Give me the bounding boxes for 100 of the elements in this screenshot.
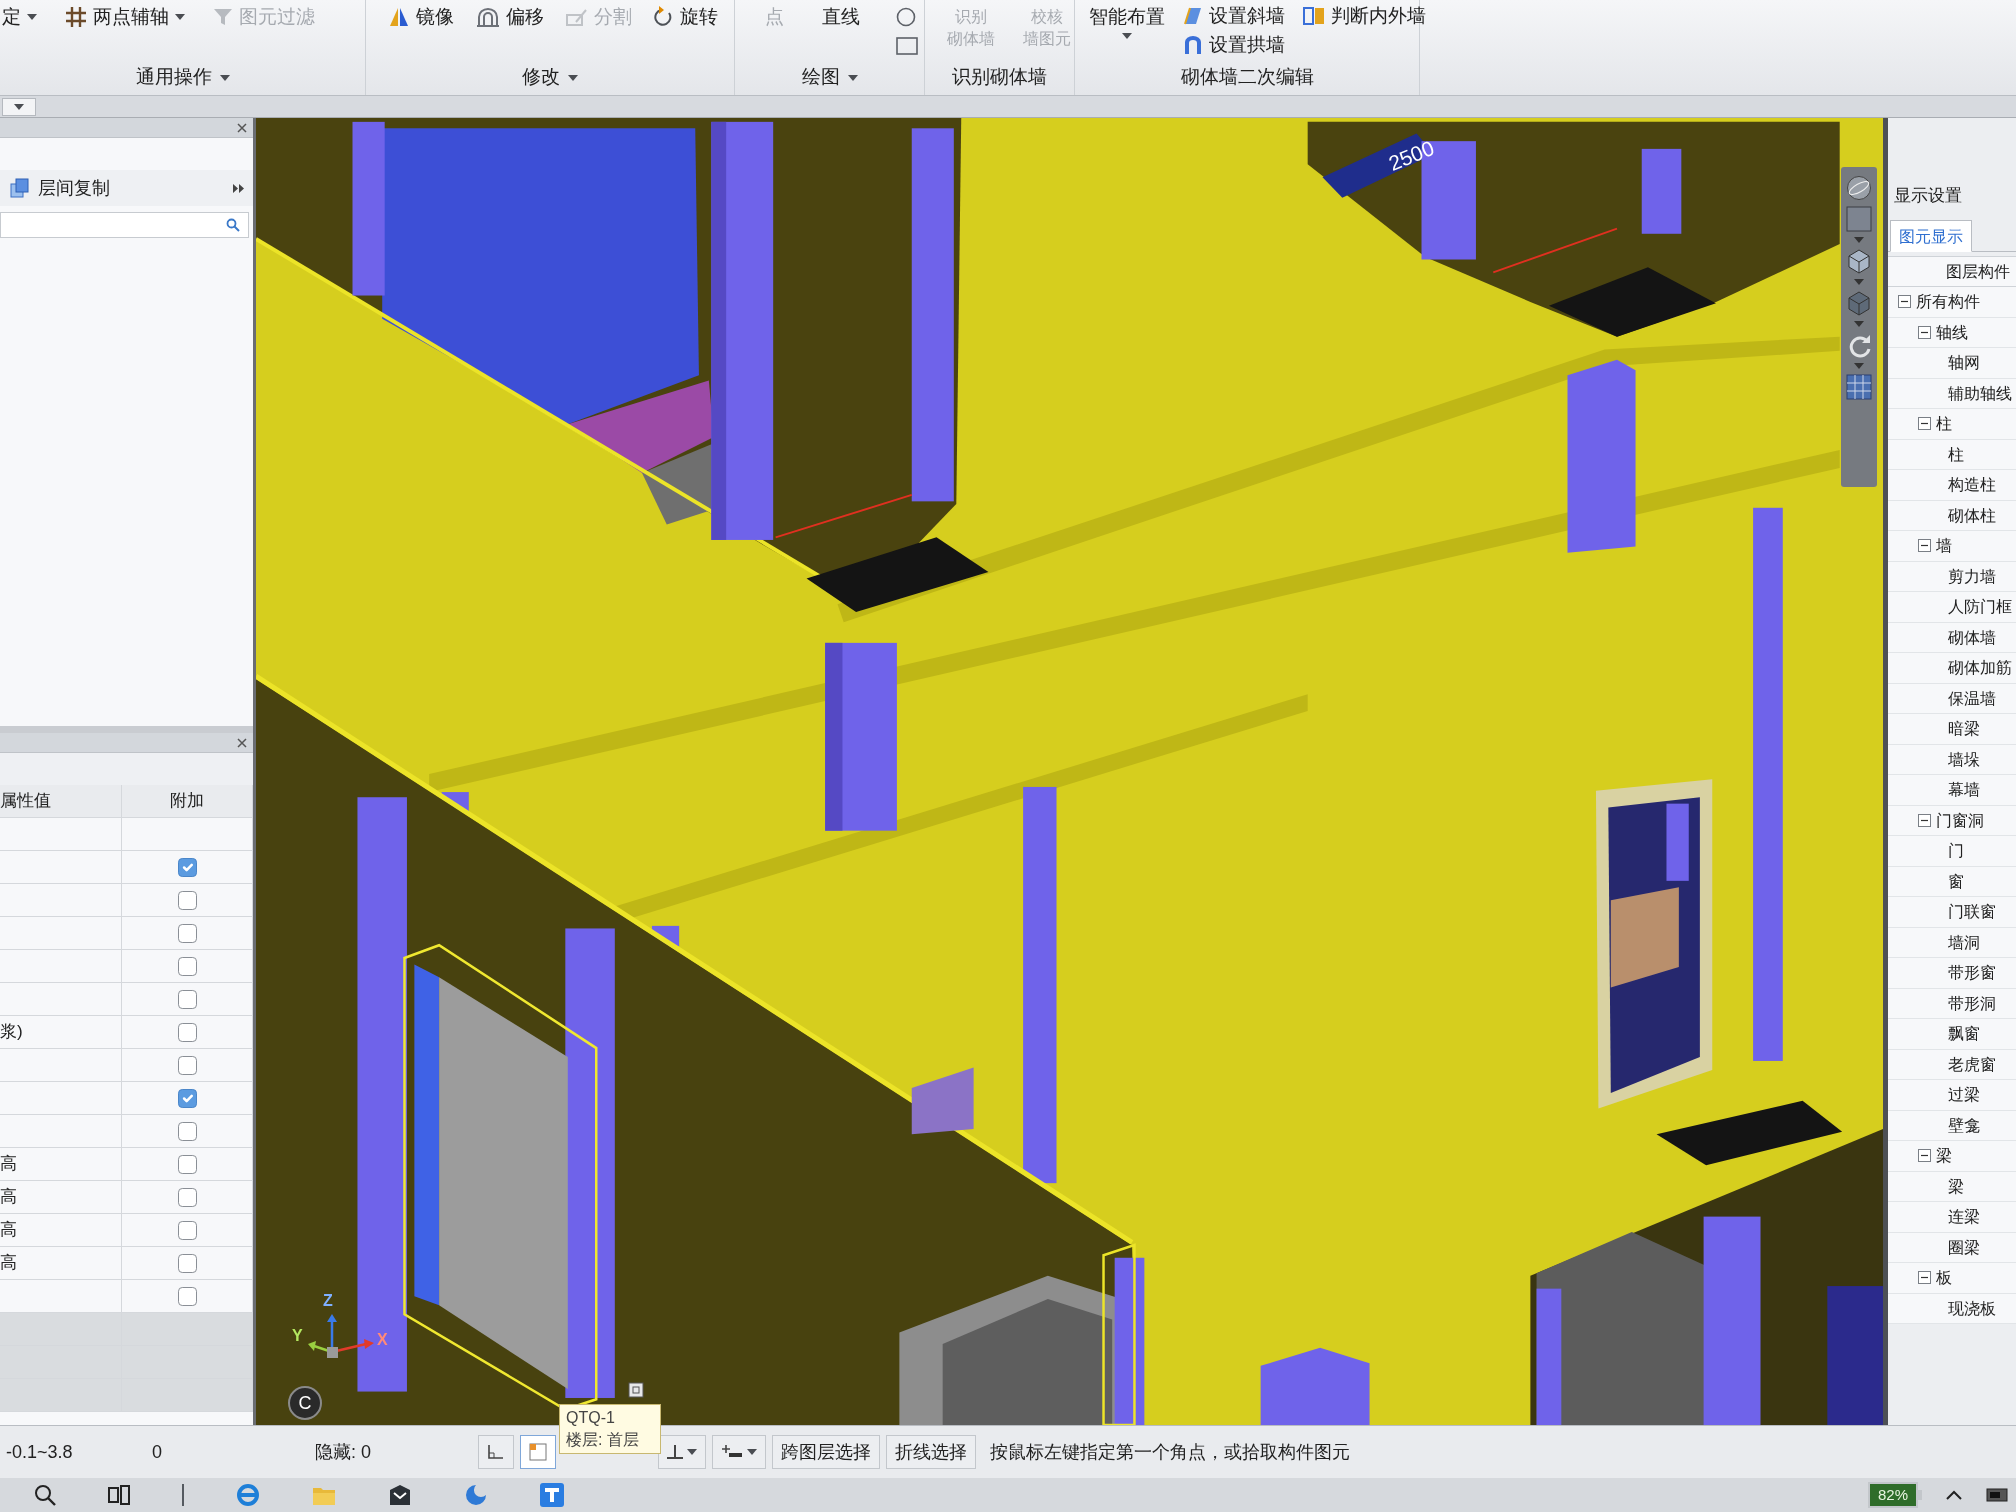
collapse-icon[interactable] [1898, 295, 1911, 309]
checkbox[interactable] [177, 1121, 197, 1141]
group-menu-button[interactable]: 修改 [518, 63, 582, 92]
tree-item[interactable]: 门 [1948, 839, 1964, 863]
rectangle-icon[interactable] [896, 36, 918, 55]
caret-icon [14, 103, 24, 110]
toolbar-button[interactable] [712, 1435, 766, 1469]
collapse-icon[interactable] [1918, 813, 1931, 827]
tree-item[interactable]: 壁龛 [1948, 1113, 1980, 1137]
group-menu-button[interactable]: 绘图 [797, 63, 862, 92]
checkbox[interactable] [177, 1055, 197, 1075]
double-chevron-icon[interactable] [233, 183, 245, 193]
toolbar-button[interactable]: 跨图层选择 [772, 1435, 880, 1469]
box-icon[interactable] [388, 1484, 412, 1506]
tree-item[interactable]: 门联窗 [1948, 900, 1996, 924]
tree-item[interactable]: 构造柱 [1948, 473, 1996, 497]
ribbon-button[interactable]: 定 [0, 6, 39, 29]
screen-icon[interactable] [1986, 1488, 2008, 1502]
circle-icon[interactable] [896, 6, 916, 27]
tree-item[interactable]: 柱 [1936, 412, 1952, 436]
tree-item[interactable]: 连梁 [1948, 1205, 1980, 1229]
tree-item[interactable]: 所有构件 [1916, 290, 1980, 314]
search-icon[interactable] [34, 1484, 56, 1506]
ribbon-button[interactable]: 直线 [820, 6, 862, 29]
checkbox[interactable] [177, 1088, 197, 1108]
tree-item[interactable]: 墙垛 [1948, 747, 1980, 771]
pick-box-icon [628, 1382, 644, 1398]
tree-item[interactable]: 柱 [1948, 442, 1964, 466]
tab[interactable]: 图元显示 [1890, 220, 1972, 252]
ribbon-button[interactable]: 镜像 [386, 6, 456, 29]
tree-item[interactable]: 剪力墙 [1948, 564, 1996, 588]
ribbon-button[interactable]: 偏移 [474, 6, 546, 29]
grid-icon[interactable] [1846, 374, 1872, 400]
ribbon-button[interactable]: 设置拱墙 [1181, 34, 1287, 57]
tree-item[interactable]: 过梁 [1948, 1083, 1980, 1107]
collapse-icon[interactable] [1918, 417, 1931, 431]
collapse-icon[interactable] [1918, 325, 1931, 339]
tree-item[interactable]: 带形洞 [1948, 991, 1996, 1015]
tree-item[interactable]: 梁 [1936, 1144, 1952, 1168]
tree-item[interactable]: 砌体加筋 [1948, 656, 2012, 680]
checkbox[interactable] [177, 857, 197, 877]
tree-item[interactable]: 人防门框 [1948, 595, 2012, 619]
tree-item[interactable]: 梁 [1948, 1174, 1964, 1198]
task-view-icon[interactable] [108, 1485, 130, 1505]
sphere-icon[interactable] [1846, 175, 1872, 201]
close-icon[interactable] [237, 737, 247, 748]
tree-item[interactable]: 砌体柱 [1948, 503, 1996, 527]
caret-icon[interactable] [1854, 279, 1864, 285]
tree-item[interactable]: 轴线 [1936, 320, 1968, 344]
tree-item[interactable]: 墙洞 [1948, 930, 1980, 954]
chevron-up-icon[interactable] [1946, 1490, 1962, 1500]
tree-item[interactable]: 砌体墙 [1948, 625, 1996, 649]
checkbox[interactable] [177, 1187, 197, 1207]
collapse-icon[interactable] [1918, 539, 1931, 553]
tree-item[interactable]: 暗梁 [1948, 717, 1980, 741]
checkbox[interactable] [177, 1220, 197, 1240]
checkbox[interactable] [177, 989, 197, 1009]
caret-icon[interactable] [1854, 321, 1864, 327]
ribbon-button[interactable]: 旋转 [652, 6, 720, 29]
cube-icon[interactable] [1846, 248, 1872, 274]
toolbar-button[interactable]: 折线选择 [886, 1435, 976, 1469]
group-menu-button[interactable]: 通用操作 [131, 63, 234, 92]
tree-item[interactable]: 辅助轴线 [1948, 381, 2012, 405]
dropdown-field[interactable] [2, 97, 36, 116]
caret-icon[interactable] [1854, 237, 1864, 243]
ribbon-button[interactable]: 两点辅轴 [63, 6, 187, 29]
tree-item[interactable]: 墙 [1936, 534, 1952, 558]
tree-item[interactable]: 圈梁 [1948, 1235, 1980, 1259]
checkbox[interactable] [177, 1253, 197, 1273]
caret-icon[interactable] [1854, 363, 1864, 369]
tree-item[interactable]: 窗 [1948, 869, 1964, 893]
tree-item[interactable]: 板 [1936, 1266, 1952, 1290]
toolbar-button[interactable] [478, 1435, 514, 1469]
crescent-icon[interactable] [464, 1483, 488, 1507]
tree-item[interactable]: 轴网 [1948, 351, 1980, 375]
tree-item[interactable]: 老虎窗 [1948, 1052, 1996, 1076]
axis-label: Z [323, 1293, 333, 1309]
checkbox[interactable] [177, 1154, 197, 1174]
cube-icon[interactable] [1846, 290, 1872, 316]
close-icon[interactable] [237, 122, 247, 133]
ribbon-button[interactable]: 设置斜墙 [1181, 5, 1287, 28]
browser-icon[interactable] [236, 1483, 260, 1507]
collapse-icon[interactable] [1918, 1271, 1931, 1285]
ribbon-button[interactable]: 智能布置 [1087, 6, 1167, 39]
tree-item[interactable]: 幕墙 [1948, 778, 1980, 802]
checkbox[interactable] [177, 890, 197, 910]
tree-item[interactable]: 门窗洞 [1936, 808, 1984, 832]
search-field[interactable] [0, 212, 249, 238]
tree-item[interactable]: 现浇板 [1948, 1296, 1996, 1320]
checkbox[interactable] [177, 956, 197, 976]
tree-item[interactable]: 保温墙 [1948, 686, 1996, 710]
tree-item[interactable]: 飘窗 [1948, 1022, 1980, 1046]
toolbar-button[interactable] [658, 1435, 706, 1469]
collapse-icon[interactable] [1918, 1149, 1931, 1163]
checkbox[interactable] [177, 1022, 197, 1042]
app-tile-icon[interactable] [540, 1483, 564, 1507]
checkbox[interactable] [177, 923, 197, 943]
ribbon-button[interactable]: 判断内外墙 [1301, 5, 1428, 28]
checkbox[interactable] [177, 1286, 197, 1306]
tree-item[interactable]: 带形窗 [1948, 961, 1996, 985]
